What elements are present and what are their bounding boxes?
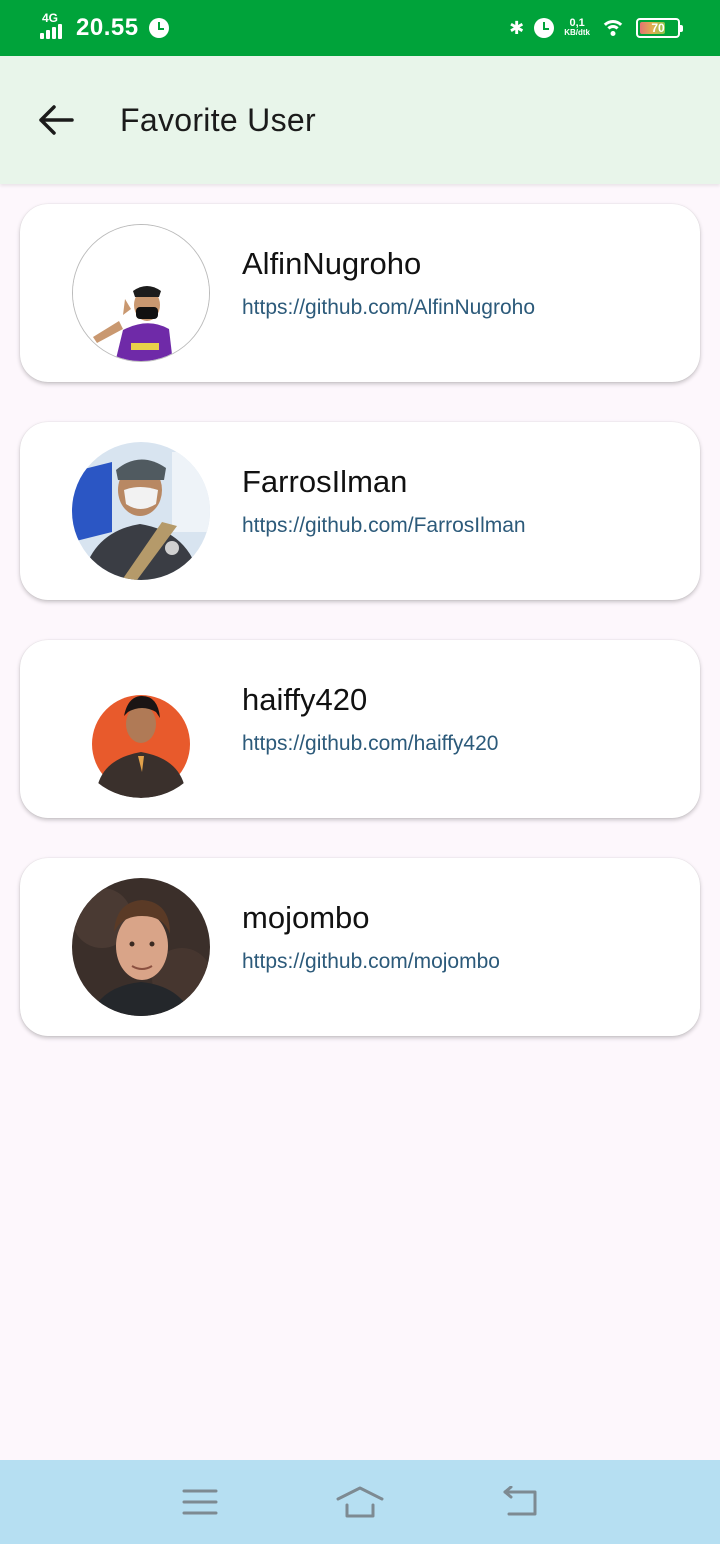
network-type: 4G [42,11,59,25]
speed-value: 0,1 [569,17,585,29]
username: AlfinNugroho [242,246,422,281]
wifi-icon [600,18,626,38]
back-icon [503,1486,537,1516]
user-card[interactable]: mojombo https://github.com/mojombo [20,858,700,1036]
app-bar: Favorite User [0,56,720,184]
system-back-button[interactable] [490,1472,550,1532]
user-url[interactable]: https://github.com/FarrosIlman [242,514,526,538]
home-button[interactable] [330,1472,390,1532]
status-right: ✱ 0,1 KB/dtk 70 [509,17,683,39]
status-left: 4G 20.55 [40,11,169,42]
back-button[interactable] [28,92,84,148]
username: FarrosIlman [242,464,408,499]
network-speed: 0,1 KB/dtk [564,17,590,38]
alarm-icon [534,18,555,38]
alarm-icon [148,18,169,38]
user-url[interactable]: https://github.com/haiffy420 [242,732,498,756]
avatar [72,224,210,362]
arrow-back-icon [39,105,74,135]
user-url[interactable]: https://github.com/mojombo [242,950,500,974]
menu-icon [182,1489,218,1515]
username: mojombo [242,900,370,935]
favorite-user-list: AlfinNugroho https://github.com/AlfinNug… [20,204,700,1076]
system-nav-bar [0,1460,720,1544]
battery-percent: 70 [651,21,665,35]
speed-unit: KB/dtk [564,28,590,37]
avatar-photo-icon [73,225,209,361]
user-card[interactable]: FarrosIlman https://github.com/FarrosIlm… [20,422,700,600]
menu-button[interactable] [170,1472,230,1532]
user-card[interactable]: AlfinNugroho https://github.com/AlfinNug… [20,204,700,382]
home-icon [336,1486,384,1518]
avatar-photo-icon [72,442,210,580]
status-bar: 4G 20.55 ✱ 0,1 KB/dtk 70 [0,0,720,56]
avatar [72,878,210,1016]
avatar-photo-icon [72,878,210,1016]
avatar-photo-icon [72,660,210,798]
status-time: 20.55 [76,14,139,41]
signal-icon: 4G [40,11,62,39]
user-card[interactable]: haiffy420 https://github.com/haiffy420 [20,640,700,818]
avatar [72,442,210,580]
avatar [72,660,210,798]
username: haiffy420 [242,682,368,717]
user-url[interactable]: https://github.com/AlfinNugroho [242,296,535,320]
page-title: Favorite User [120,101,316,138]
bluetooth-icon: ✱ [509,17,525,38]
battery-icon: 70 [636,18,683,38]
